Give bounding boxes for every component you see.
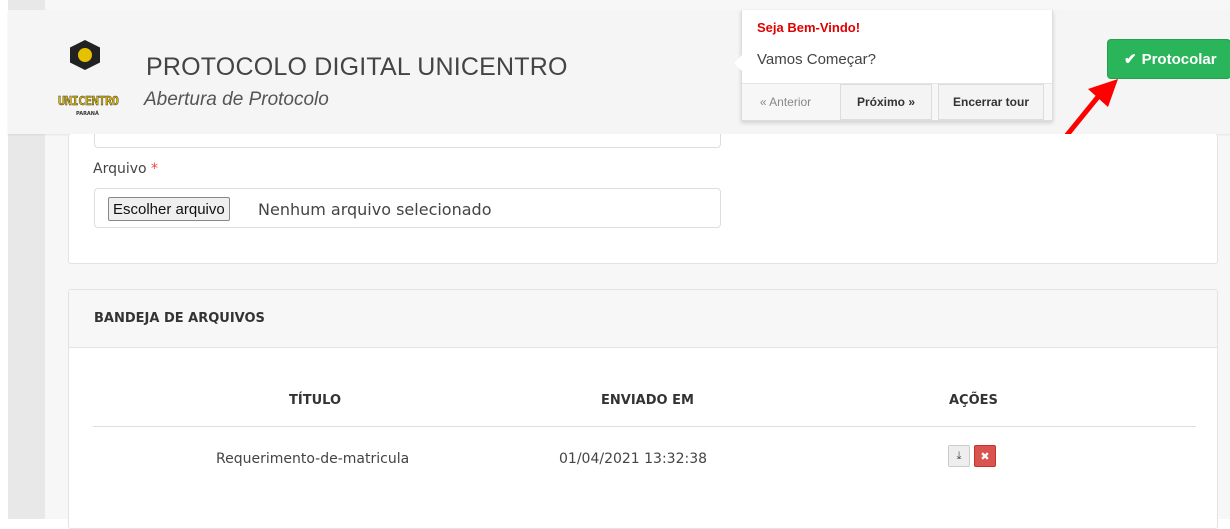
page-subtitle: Abertura de Protocolo (144, 89, 329, 110)
files-panel-title: BANDEJA DE ARQUIVOS (94, 311, 265, 326)
delete-icon[interactable]: ✖ (974, 445, 996, 467)
file-title-cell: Requerimento-de-matricula (216, 451, 410, 467)
required-mark: * (151, 161, 159, 177)
tour-popover: Seja Bem-Vindo! Vamos Começar? « Anterio… (734, 10, 1053, 121)
previous-field[interactable] (94, 134, 721, 148)
tour-body: Vamos Começar? (757, 51, 876, 68)
file-input[interactable]: Escolher arquivo Nenhum arquivo selecion… (94, 188, 721, 228)
protocolar-label: Protocolar (1141, 50, 1217, 68)
file-date-cell: 01/04/2021 13:32:38 (559, 451, 708, 467)
tour-title: Seja Bem-Vindo! (757, 20, 861, 35)
logo-subtext: PARANÁ (76, 111, 99, 117)
files-panel: BANDEJA DE ARQUIVOS TÍTULO ENVIADO EM AÇ… (68, 289, 1218, 529)
tour-next-button[interactable]: Próximo » (840, 84, 932, 120)
column-header-sent: ENVIADO EM (601, 393, 694, 408)
upload-card: Arquivo * Escolher arquivo Nenhum arquiv… (68, 134, 1218, 264)
choose-file-button[interactable]: Escolher arquivo (108, 197, 230, 221)
file-status-text: Nenhum arquivo selecionado (258, 200, 492, 219)
tour-prev-button[interactable]: « Anterior (742, 84, 829, 120)
table-divider (93, 426, 1196, 427)
files-panel-header: BANDEJA DE ARQUIVOS (69, 290, 1217, 348)
unicentro-logo[interactable]: UNICENTRO PARANÁ (58, 40, 128, 120)
check-icon: ✔ (1124, 51, 1137, 68)
file-field-label: Arquivo * (93, 161, 158, 177)
logo-text: UNICENTRO (58, 94, 119, 108)
file-label-text: Arquivo (93, 161, 147, 177)
logo-emblem-icon (70, 40, 100, 70)
popover-arrow (734, 55, 742, 71)
download-icon[interactable]: ⤓ (948, 445, 970, 467)
column-header-title: TÍTULO (289, 393, 341, 408)
app-title: PROTOCOLO DIGITAL UNICENTRO (146, 53, 568, 81)
protocolar-button[interactable]: ✔ Protocolar (1108, 40, 1230, 78)
column-header-actions: AÇÕES (949, 393, 998, 408)
tour-footer: « Anterior Próximo » Encerrar tour (742, 83, 1052, 120)
